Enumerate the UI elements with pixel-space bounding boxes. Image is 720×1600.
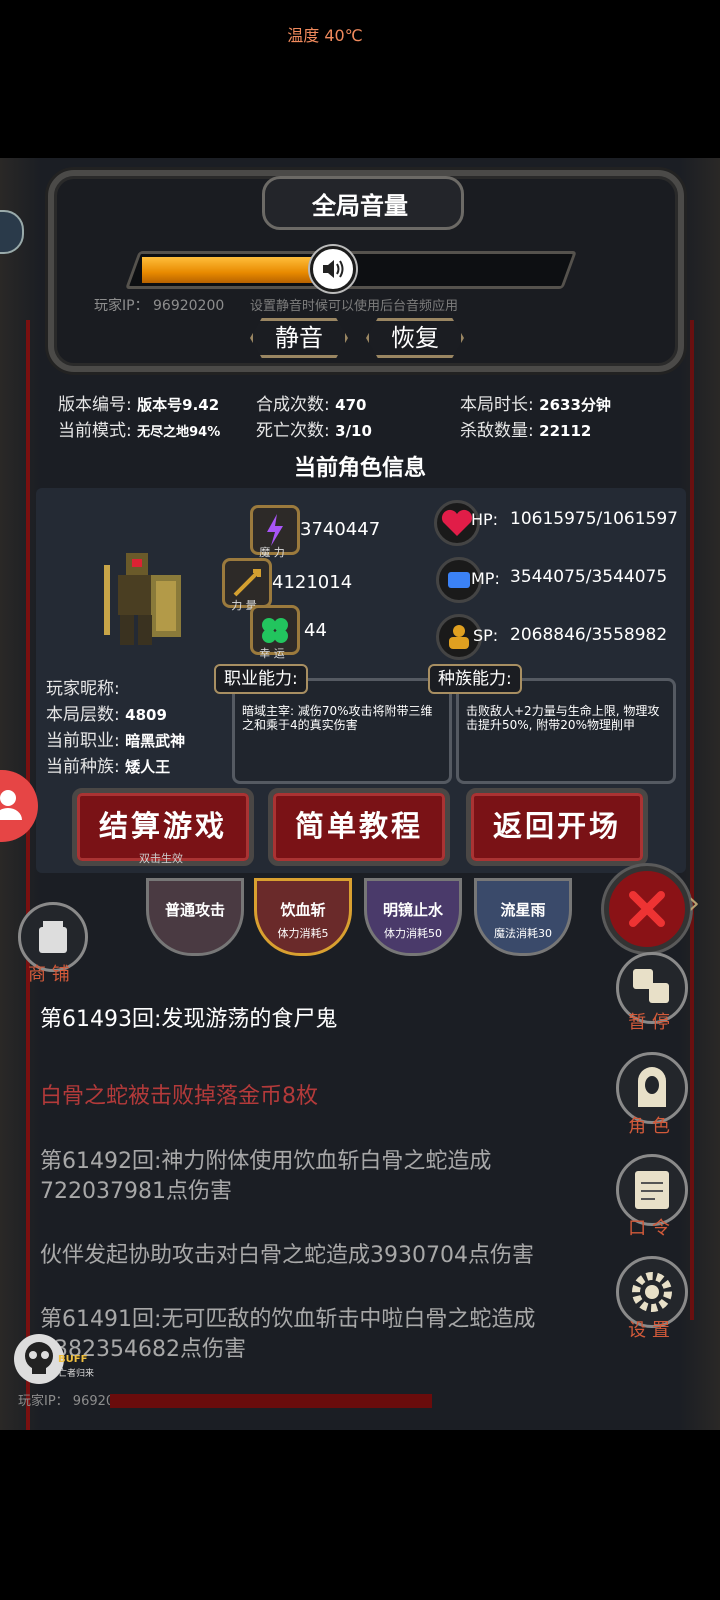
pause-label[interactable]: 暂 停 bbox=[616, 1008, 682, 1034]
magic-value: 3740447 bbox=[300, 519, 381, 540]
race-ability-text: 击败敌人+2力量与生命上限, 物理攻击提升50%, 附带20%物理削甲 bbox=[466, 704, 660, 732]
buff-sub-label: 亡者归来 bbox=[58, 1369, 95, 1379]
close-icon bbox=[629, 891, 665, 927]
skill-name: 饮血斩 bbox=[280, 901, 326, 919]
race-label: 当前种族: bbox=[46, 757, 120, 777]
synth-label: 合成次数: bbox=[256, 395, 330, 415]
luck-caption: 幸 运 bbox=[259, 647, 285, 660]
death-stat: 死亡次数: 3/10 bbox=[256, 416, 372, 441]
settings-label[interactable]: 设 置 bbox=[616, 1316, 682, 1342]
job-ability-title: 职业能力: bbox=[214, 664, 308, 694]
race-line: 当前种族: 矮人王 bbox=[46, 752, 170, 777]
frame-edge-right bbox=[690, 320, 694, 1320]
tutorial-button[interactable]: 简单教程 bbox=[268, 788, 450, 866]
kills-value: 22112 bbox=[539, 422, 592, 440]
restore-button[interactable]: 恢复 bbox=[366, 318, 464, 358]
tutorial-label: 简单教程 bbox=[294, 809, 423, 843]
synth-value: 470 bbox=[335, 396, 367, 414]
volume-title: 全局音量 bbox=[312, 192, 408, 220]
version-stat: 版本编号: 版本号9.42 bbox=[58, 390, 219, 415]
character-sprite bbox=[104, 553, 181, 645]
version-value: 版本号9.42 bbox=[137, 396, 220, 414]
mute-button[interactable]: 静音 bbox=[250, 318, 348, 358]
chevron-right-icon[interactable]: › bbox=[688, 886, 700, 921]
mode-value: 无尽之地94% bbox=[137, 425, 221, 440]
death-label: 死亡次数: bbox=[256, 421, 330, 441]
skill-name: 流星雨 bbox=[500, 901, 546, 919]
job-ability-text: 暗域主宰: 减伤70%攻击将附带三维之和乘于4的真实伤害 bbox=[242, 704, 433, 732]
nickname-line: 玩家昵称: bbox=[46, 674, 120, 699]
temperature-readout: 温度 40℃ bbox=[287, 26, 363, 45]
buff-label: BUFF bbox=[58, 1354, 88, 1365]
volume-slider-fill bbox=[142, 257, 330, 283]
battle-log: 第61493回:发现游荡的食尸鬼 白骨之蛇被击败掉落金币8枚 第61492回:神… bbox=[30, 975, 620, 1395]
hp-label: HP: bbox=[471, 510, 499, 529]
kills-stat: 杀敌数量: 22112 bbox=[460, 416, 591, 441]
duration-stat: 本局时长: 2633分钟 bbox=[460, 390, 611, 415]
nickname-label: 玩家昵称: bbox=[46, 679, 120, 699]
hp-value: 10615975/1061597 bbox=[510, 509, 678, 529]
skill-cost: 魔法消耗30 bbox=[494, 927, 552, 940]
luck-value: 44 bbox=[304, 620, 327, 641]
mp-value: 3544075/3544075 bbox=[510, 567, 668, 587]
job-line: 当前职业: 暗黑武神 bbox=[46, 726, 185, 751]
duration-label: 本局时长: bbox=[460, 395, 534, 415]
player-ip: 玩家IP： 96920200 bbox=[94, 298, 225, 314]
race-value: 矮人王 bbox=[125, 758, 171, 776]
log-line: 白骨之蛇被击败掉落金币8枚 bbox=[40, 1084, 318, 1109]
floor-line: 本局层数: 4809 bbox=[46, 700, 167, 725]
user-icon bbox=[0, 790, 22, 820]
log-line: 第61492回:神力附体使用饮血斩白骨之蛇造成722037981点伤害 bbox=[40, 1149, 492, 1204]
floor-label: 本局层数: bbox=[46, 705, 120, 725]
role-label[interactable]: 角 色 bbox=[616, 1112, 682, 1138]
mode-stat: 当前模式: 无尽之地94% bbox=[58, 416, 220, 441]
kills-label: 杀敌数量: bbox=[460, 421, 534, 441]
bottom-progress-bar bbox=[110, 1394, 432, 1408]
sp-value: 2068846/3558982 bbox=[510, 625, 668, 645]
settle-hint: 双击生效 bbox=[139, 852, 183, 865]
mode-label: 当前模式: bbox=[58, 421, 132, 441]
synth-stat: 合成次数: 470 bbox=[256, 390, 366, 415]
skill-name: 明镜止水 bbox=[382, 901, 443, 919]
race-ability-title: 种族能力: bbox=[428, 664, 522, 694]
skill-cost: 体力消耗50 bbox=[384, 927, 442, 940]
floor-value: 4809 bbox=[125, 706, 167, 724]
log-line: 伙伴发起协助攻击对白骨之蛇造成3930704点伤害 bbox=[40, 1243, 534, 1268]
character-header: 当前角色信息 bbox=[293, 456, 426, 481]
back-to-start-button[interactable]: 返回开场 bbox=[466, 788, 648, 866]
volume-hint: 设置静音时候可以使用后台音频应用 bbox=[250, 299, 459, 314]
power-value: 4121014 bbox=[272, 572, 353, 593]
sp-label: SP: bbox=[473, 626, 499, 645]
log-line: 第61491回:无可匹敌的饮血斩击中啦白骨之蛇造成2382354682点伤害 bbox=[40, 1307, 536, 1362]
log-line: 第61493回:发现游荡的食尸鬼 bbox=[40, 1007, 338, 1032]
death-value: 3/10 bbox=[335, 422, 372, 440]
duration-value: 2633分钟 bbox=[539, 396, 611, 414]
back-to-start-label: 返回开场 bbox=[492, 809, 621, 843]
mp-label: MP: bbox=[471, 569, 500, 588]
job-value: 暗黑武神 bbox=[125, 732, 186, 750]
version-label: 版本编号: bbox=[58, 395, 132, 415]
avatar-float-button[interactable] bbox=[0, 770, 38, 842]
skill-cost: 体力消耗5 bbox=[277, 927, 329, 940]
volume-slider-knob[interactable] bbox=[310, 246, 356, 292]
speaker-icon bbox=[323, 260, 344, 278]
skull-icon[interactable] bbox=[14, 1334, 64, 1384]
code-label[interactable]: 口 令 bbox=[616, 1214, 682, 1240]
close-button[interactable] bbox=[604, 866, 690, 952]
skill-name: 普通攻击 bbox=[164, 901, 225, 919]
job-label: 当前职业: bbox=[46, 731, 120, 751]
